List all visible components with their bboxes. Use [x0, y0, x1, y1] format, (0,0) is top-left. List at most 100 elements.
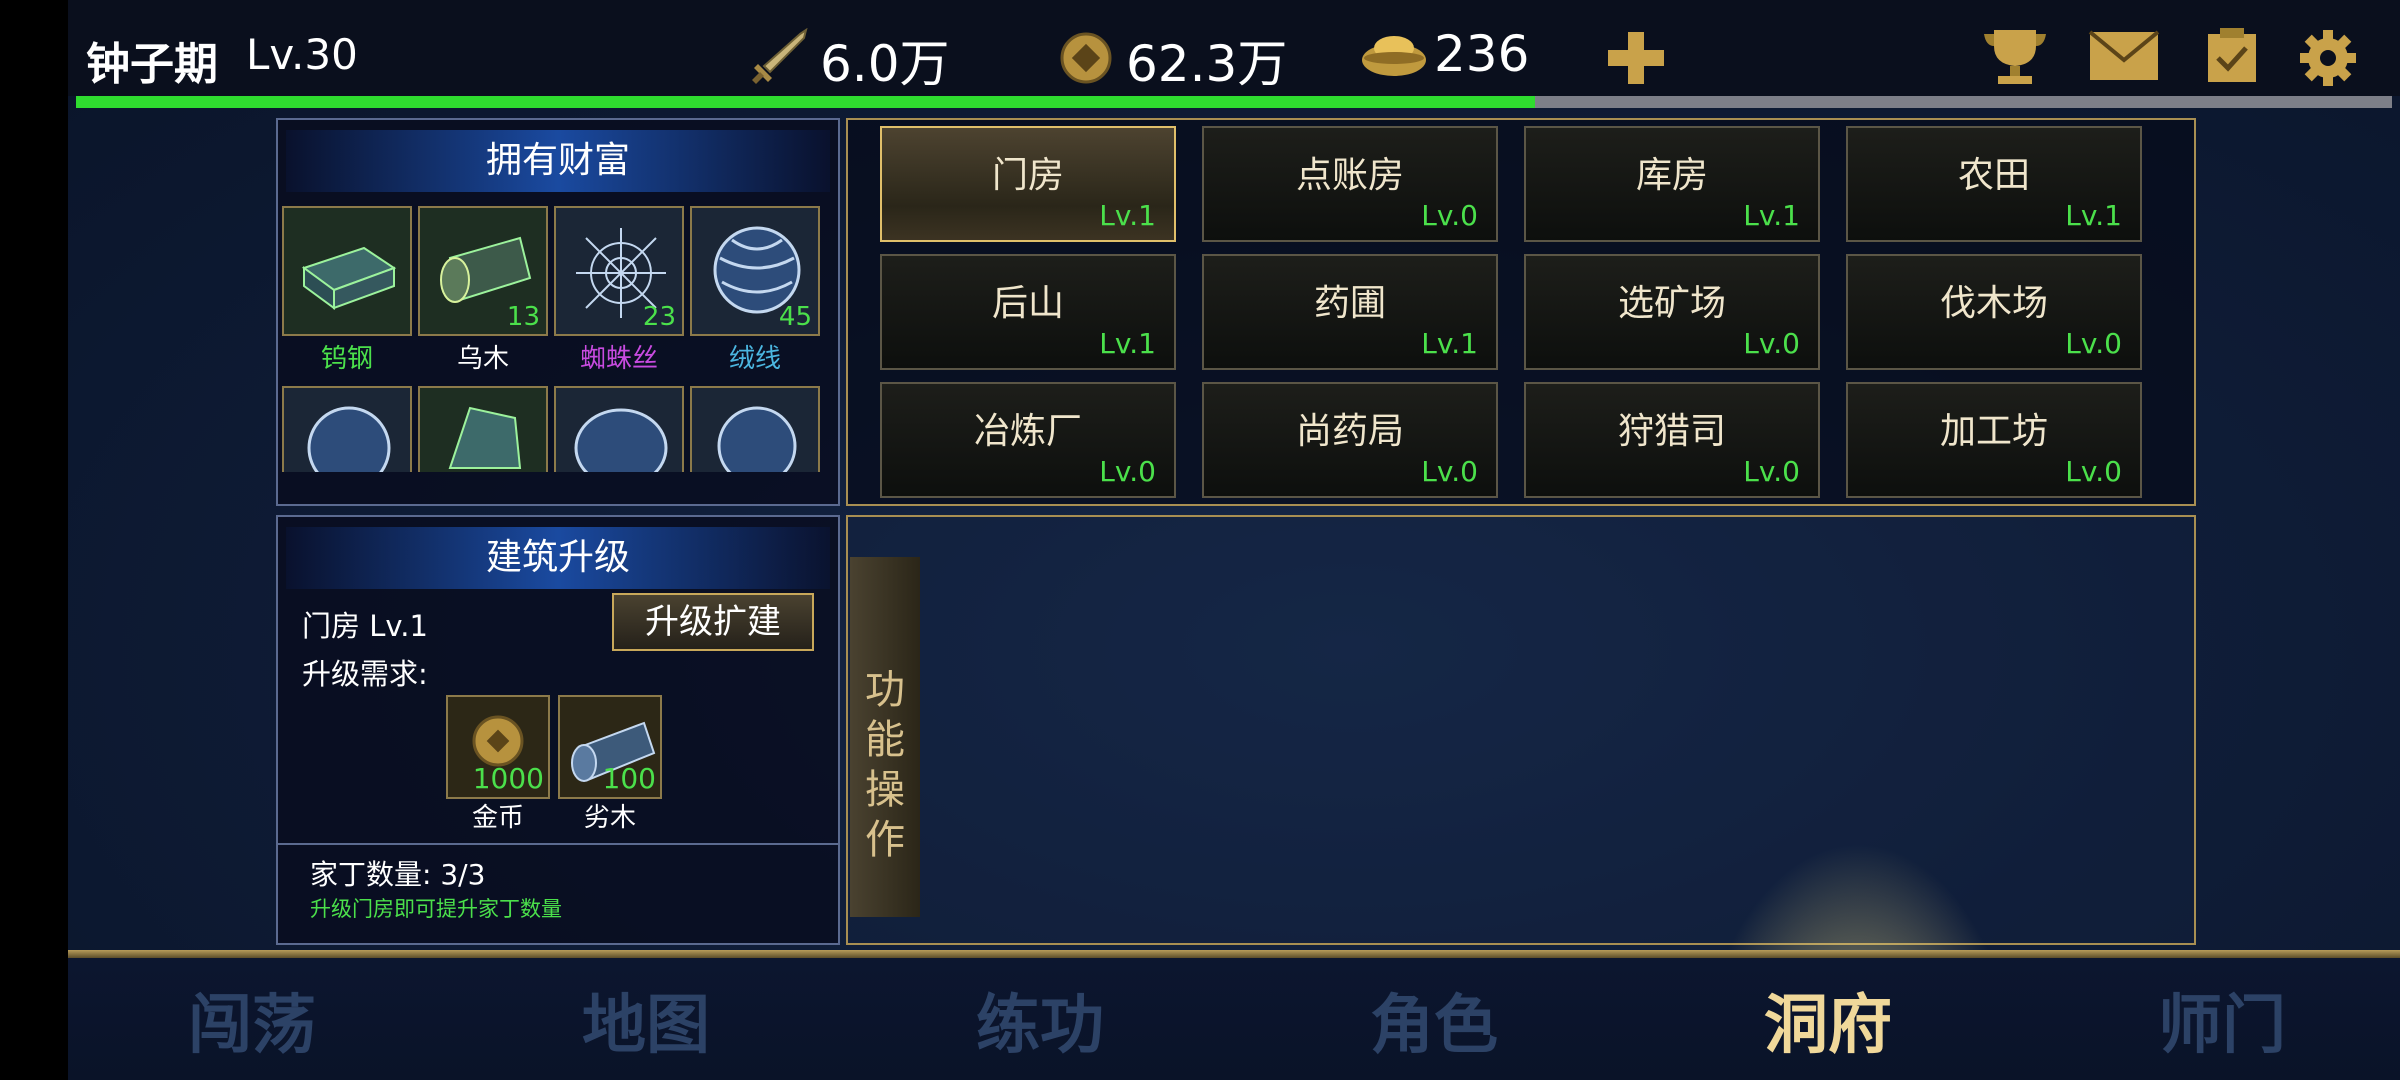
upgrade-hint: 升级门房即可提升家丁数量: [310, 897, 562, 921]
requirement-label: 升级需求:: [302, 657, 428, 691]
plus-icon[interactable]: [1608, 32, 1664, 88]
building-level: Lv.0: [1743, 327, 1800, 360]
resource-tungsten-steel[interactable]: [282, 206, 412, 336]
building-name: 农田: [1957, 155, 2030, 196]
requirement-amount: 1000: [472, 762, 544, 795]
building-name: 狩猎司: [1617, 411, 1726, 452]
building-back-mountain[interactable]: 后山 Lv.1: [880, 254, 1176, 370]
current-building: 门房 Lv.1: [302, 609, 428, 643]
building-lumber-yard[interactable]: 伐木场 Lv.0: [1846, 254, 2142, 370]
requirement-name: 金币: [471, 803, 524, 833]
wealth-title: 拥有财富: [286, 130, 830, 192]
function-operations-tab[interactable]: 功 能 操 作: [850, 557, 920, 917]
ingots-value: 236: [1434, 25, 1530, 83]
sword-icon: [748, 27, 808, 92]
building-name: 点账房: [1295, 155, 1404, 196]
building-level: Lv.0: [1743, 455, 1800, 488]
building-level: Lv.0: [1099, 455, 1156, 488]
building-level: Lv.1: [1099, 199, 1156, 232]
coin-icon: [1058, 30, 1114, 90]
building-warehouse[interactable]: 库房 Lv.1: [1524, 126, 1820, 242]
resource-count: 23: [642, 302, 676, 332]
nav-rail: [68, 950, 2400, 958]
requirement-gold[interactable]: 1000: [446, 695, 550, 799]
building-farmland[interactable]: 农田 Lv.1: [1846, 126, 2142, 242]
top-bar: 钟子期 Lv.30 6.0万 62.3万 236: [68, 0, 2400, 96]
resource-label-yarn: 绒线: [728, 344, 781, 374]
building-hunting-office[interactable]: 狩猎司 Lv.0: [1524, 382, 1820, 498]
resource-label-ebony: 乌木: [456, 344, 509, 374]
resource-slot[interactable]: [690, 386, 820, 472]
building-name: 库房: [1635, 155, 1708, 196]
resource-count: 13: [506, 302, 540, 332]
upgrade-panel: 建筑升级 门房 Lv.1 升级扩建 升级需求: 1000 100 金币 劣木 家…: [276, 515, 840, 945]
building-name: 冶炼厂: [973, 411, 1082, 452]
building-level: Lv.0: [2065, 455, 2122, 488]
nav-cave-residence[interactable]: 洞府: [1698, 974, 1958, 1066]
game-screen: 钟子期 Lv.30 6.0万 62.3万 236 拥有财富 13 23 45 钨…: [68, 0, 2400, 1080]
building-level: Lv.1: [1743, 199, 1800, 232]
building-gatehouse[interactable]: 门房 Lv.1: [880, 126, 1176, 242]
resource-label-spider-silk: 蜘蛛丝: [579, 344, 658, 374]
upgrade-title: 建筑升级: [286, 527, 830, 589]
building-name: 加工坊: [1939, 411, 2048, 452]
nav-adventure[interactable]: 闯荡: [122, 974, 382, 1066]
player-name: 钟子期: [86, 39, 218, 90]
nav-character[interactable]: 角色: [1304, 974, 1564, 1066]
upgrade-button[interactable]: 升级扩建: [612, 593, 814, 651]
building-name: 伐木场: [1939, 283, 2048, 324]
building-smelter[interactable]: 冶炼厂 Lv.0: [880, 382, 1176, 498]
building-level: Lv.1: [2065, 199, 2122, 232]
function-tab-char: 作: [865, 817, 905, 863]
building-level: Lv.0: [1421, 455, 1478, 488]
resource-slot[interactable]: [554, 386, 684, 472]
building-accounting-room[interactable]: 点账房 Lv.0: [1202, 126, 1498, 242]
resource-count: 45: [778, 302, 812, 332]
coins-stat: 62.3万: [1058, 24, 1287, 96]
gold-ingot-icon: [1358, 24, 1430, 84]
building-workshop[interactable]: 加工坊 Lv.0: [1846, 382, 2142, 498]
stone-icon: [692, 388, 818, 472]
nav-sect[interactable]: 师门: [2092, 974, 2352, 1066]
building-level: Lv.0: [1421, 199, 1478, 232]
building-level: Lv.1: [1099, 327, 1156, 360]
building-name: 门房: [991, 155, 1064, 196]
requirement-name: 劣木: [583, 803, 636, 833]
resource-ebony[interactable]: 13: [418, 206, 548, 336]
requirement-inferior-wood[interactable]: 100: [558, 695, 662, 799]
trophy-icon[interactable]: [1980, 26, 2050, 90]
building-name: 选矿场: [1617, 283, 1726, 324]
staff-count: 家丁数量: 3/3: [310, 858, 486, 891]
requirement-amount: 100: [602, 762, 656, 795]
building-herb-garden[interactable]: 药圃 Lv.1: [1202, 254, 1498, 370]
coins-value: 62.3万: [1126, 35, 1288, 93]
wealth-panel: 拥有财富 13 23 45 钨钢 乌木 蜘蛛丝 绒线: [276, 118, 840, 506]
building-name: 后山: [991, 283, 1064, 324]
crystal-icon: [420, 388, 546, 472]
building-level: Lv.0: [2065, 327, 2122, 360]
building-pharmacy-bureau[interactable]: 尚药局 Lv.0: [1202, 382, 1498, 498]
ore-icon: [284, 388, 410, 472]
resource-slot[interactable]: [418, 386, 548, 472]
bottom-nav: 闯荡 地图 练功 角色 洞府 师门: [68, 950, 2400, 1080]
resource-spider-silk[interactable]: 23: [554, 206, 684, 336]
mail-icon[interactable]: [2088, 30, 2160, 86]
clipboard-icon[interactable]: [2206, 28, 2258, 88]
experience-fill: [76, 96, 1536, 108]
experience-bar: [76, 96, 2392, 108]
power-value: 6.0万: [820, 35, 950, 93]
divider: [278, 843, 838, 845]
resource-slot[interactable]: [282, 386, 412, 472]
settings-gear-icon[interactable]: [2298, 28, 2358, 92]
building-ore-yard[interactable]: 选矿场 Lv.0: [1524, 254, 1820, 370]
player-level: Lv.30: [246, 30, 358, 79]
resource-label-tungsten-steel: 钨钢: [320, 344, 373, 374]
building-grid: 门房 Lv.1 点账房 Lv.0 库房 Lv.1 农田 Lv.1 后山 Lv.1…: [846, 118, 2196, 506]
power-stat: 6.0万: [748, 24, 950, 96]
nav-training[interactable]: 练功: [910, 974, 1170, 1066]
building-name: 药圃: [1313, 283, 1386, 324]
resource-yarn[interactable]: 45: [690, 206, 820, 336]
tungsten-steel-icon: [284, 208, 410, 334]
nav-map[interactable]: 地图: [516, 974, 776, 1066]
building-level: Lv.1: [1421, 327, 1478, 360]
